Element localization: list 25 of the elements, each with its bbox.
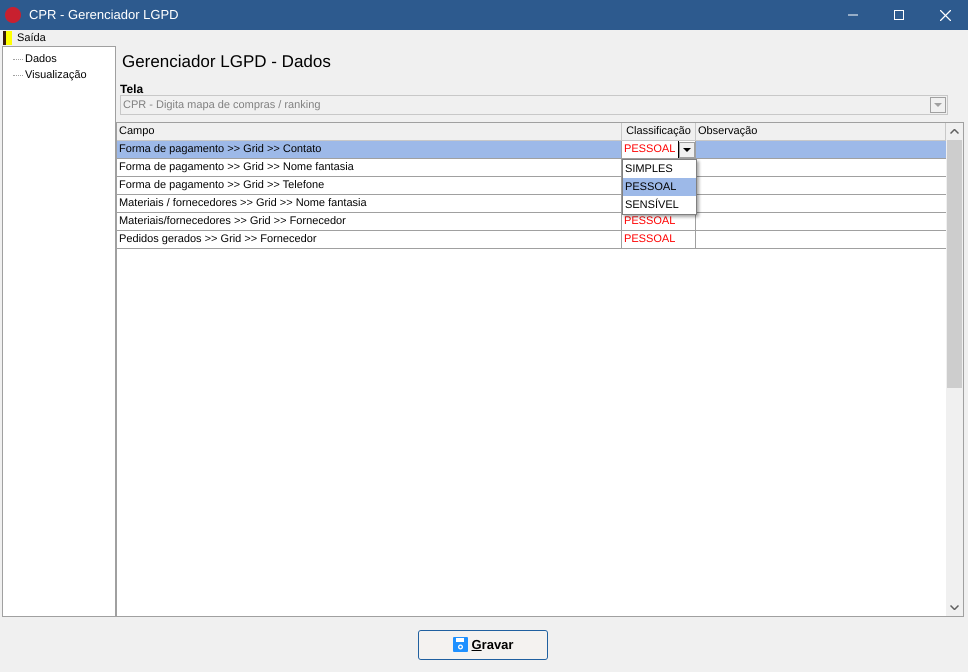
column-header[interactable]: Classificação <box>622 123 696 140</box>
table-cell-text: PESSOAL <box>623 232 676 248</box>
maximize-icon[interactable] <box>894 10 904 20</box>
vertical-scrollbar[interactable] <box>946 123 963 616</box>
close-icon[interactable] <box>940 10 950 20</box>
field-label: Tela <box>119 81 144 94</box>
table-row[interactable]: Forma de pagamento >> Grid >> Contato PESSOAL <box>117 141 946 159</box>
column-header[interactable]: Campo <box>117 123 622 140</box>
dropdown-option[interactable]: SIMPLES <box>623 160 696 178</box>
door-icon <box>3 31 12 45</box>
table-cell: Pedidos gerados >> Grid >> Fornecedor <box>117 231 622 248</box>
save-button[interactable]: Gravar <box>418 630 548 660</box>
app-logo-icon <box>5 7 21 23</box>
dropdown-option[interactable]: PESSOAL <box>623 178 696 196</box>
tree-item[interactable]: Dados <box>25 50 57 68</box>
table-cell-text: PESSOAL <box>623 214 676 230</box>
menu-item[interactable]: Saída <box>0 30 49 46</box>
page-heading: Gerenciador LGPD - Dados <box>121 51 332 74</box>
table-row[interactable]: Pedidos gerados >> Grid >> Fornecedor PESSOAL <box>117 231 946 249</box>
scrollbar-thumb[interactable] <box>947 140 962 388</box>
tree-item[interactable]: Visualização <box>25 66 87 84</box>
classification-editor[interactable]: PESSOAL <box>622 141 695 158</box>
dropdown-option[interactable]: SENSÍVEL <box>623 196 696 214</box>
table-row[interactable]: Materiais/fornecedores >> Grid >> Fornecedor PESSOAL <box>117 213 946 231</box>
window-title: CPR - Gerenciador LGPD <box>29 6 179 24</box>
